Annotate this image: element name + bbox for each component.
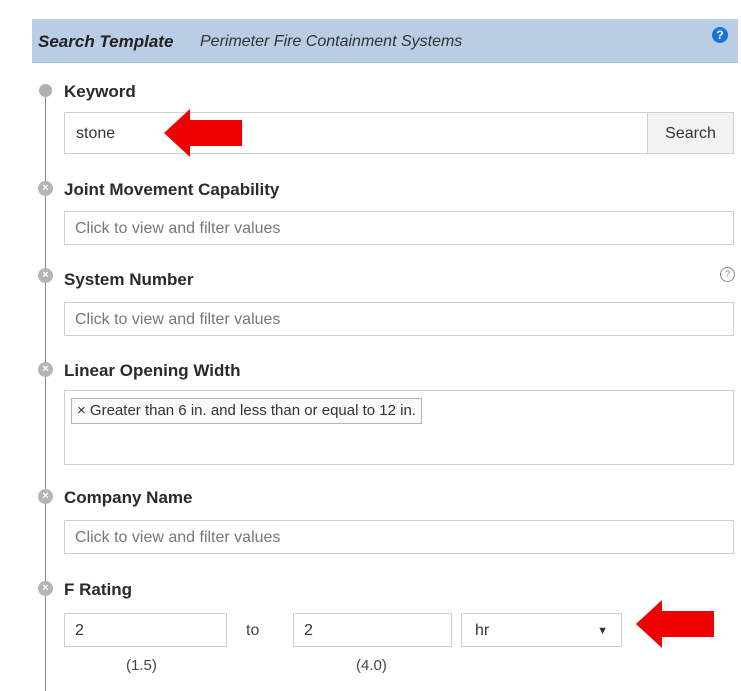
joint-movement-label: Joint Movement Capability	[64, 180, 280, 199]
remove-filter-icon[interactable]: ×	[38, 489, 53, 504]
linear-opening-field[interactable]: × Greater than 6 in. and less than or eq…	[64, 390, 734, 465]
help-circle-icon[interactable]: ?	[720, 267, 735, 282]
remove-filter-icon[interactable]: ×	[38, 581, 53, 596]
keyword-label: Keyword	[64, 82, 136, 101]
unit-select-value: hr	[475, 622, 490, 639]
system-number-field[interactable]: Click to view and filter values	[64, 302, 734, 336]
remove-filter-icon[interactable]: ×	[38, 268, 53, 283]
keyword-bullet-icon	[39, 84, 52, 97]
range-to-label: to	[246, 622, 260, 639]
panel-title: Search Template	[38, 32, 174, 51]
f-rating-to-input[interactable]: 2	[293, 613, 452, 647]
selected-value-tag[interactable]: × Greater than 6 in. and less than or eq…	[71, 398, 422, 424]
panel-subtitle: Perimeter Fire Containment Systems	[200, 33, 463, 50]
panel-header: Search Template Perimeter Fire Containme…	[32, 19, 738, 63]
system-number-label: System Number	[64, 270, 194, 289]
keyword-value: stone	[76, 125, 116, 142]
f-rating-from-hint: (1.5)	[126, 657, 157, 674]
left-arrow-icon	[636, 600, 714, 648]
keyword-input[interactable]: stone	[64, 112, 648, 154]
company-name-placeholder: Click to view and filter values	[75, 529, 281, 546]
joint-movement-field[interactable]: Click to view and filter values	[64, 211, 734, 245]
f-rating-from-value: 2	[75, 622, 84, 639]
joint-movement-placeholder: Click to view and filter values	[75, 220, 281, 237]
f-rating-to-value: 2	[304, 622, 313, 639]
unit-select[interactable]: hr ▼	[461, 613, 622, 647]
linear-opening-label: Linear Opening Width	[64, 361, 241, 380]
chevron-down-icon: ▼	[597, 625, 608, 637]
f-rating-label: F Rating	[64, 580, 132, 599]
remove-filter-icon[interactable]: ×	[38, 362, 53, 377]
company-name-field[interactable]: Click to view and filter values	[64, 520, 734, 554]
question-circle-icon[interactable]: ?	[712, 27, 728, 43]
f-rating-from-input[interactable]: 2	[64, 613, 227, 647]
system-number-placeholder: Click to view and filter values	[75, 311, 281, 328]
remove-filter-icon[interactable]: ×	[38, 181, 53, 196]
search-button[interactable]: Search	[647, 112, 734, 154]
left-arrow-icon	[164, 109, 242, 157]
company-name-label: Company Name	[64, 488, 193, 507]
f-rating-to-hint: (4.0)	[356, 657, 387, 674]
